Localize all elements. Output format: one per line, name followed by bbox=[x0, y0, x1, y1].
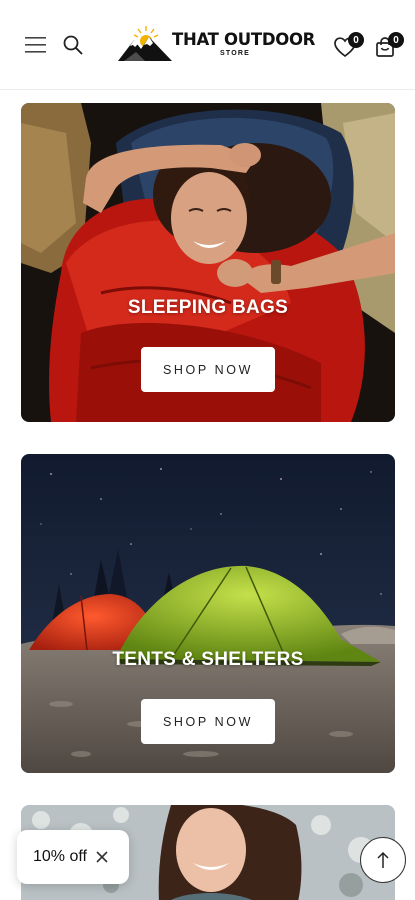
discount-popup[interactable]: 10% off bbox=[17, 830, 129, 884]
search-icon bbox=[63, 35, 83, 55]
store-logo[interactable]: THAT OUTDOOR STORE bbox=[116, 22, 315, 66]
close-icon[interactable] bbox=[95, 850, 109, 864]
collection-title: SLEEPING BAGS bbox=[127, 297, 289, 318]
wishlist-count-badge: 0 bbox=[348, 32, 364, 48]
arrow-up-icon bbox=[377, 851, 389, 868]
mountain-logo-icon bbox=[118, 26, 172, 61]
collection-title: TENTS & SHELTERS bbox=[112, 649, 304, 670]
collection-card-sleeping-bags[interactable]: SLEEPING BAGS SHOP NOW bbox=[21, 103, 395, 422]
discount-label: 10% off bbox=[33, 848, 87, 865]
site-header: THAT OUTDOOR STORE 0 0 bbox=[0, 0, 415, 90]
search-button[interactable] bbox=[58, 30, 88, 60]
scroll-to-top-button[interactable] bbox=[360, 837, 406, 883]
shop-now-button[interactable]: SHOP NOW bbox=[141, 347, 275, 392]
wishlist-button[interactable]: 0 bbox=[328, 30, 364, 64]
collection-card-tents-shelters[interactable]: TENTS & SHELTERS SHOP NOW bbox=[21, 454, 395, 773]
menu-button[interactable] bbox=[20, 30, 50, 60]
logo-title: THAT OUTDOOR bbox=[172, 30, 316, 49]
hamburger-menu-icon bbox=[25, 37, 46, 53]
shop-now-button[interactable]: SHOP NOW bbox=[141, 699, 275, 744]
logo-subtitle: STORE bbox=[220, 50, 250, 57]
cart-button[interactable]: 0 bbox=[368, 30, 404, 64]
cart-count-badge: 0 bbox=[388, 32, 404, 48]
